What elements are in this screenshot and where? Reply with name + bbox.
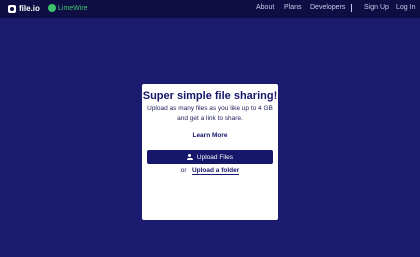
upload-folder-link[interactable]: Upload a folder	[191, 167, 240, 175]
log-in-link[interactable]: Log In	[396, 4, 415, 11]
nav-link-plans[interactable]: Plans	[284, 4, 302, 11]
upload-folder-row: or Upload a folder	[142, 167, 278, 175]
upload-button-label: Upload Files	[196, 153, 234, 161]
logo[interactable]: file.io	[8, 4, 40, 13]
upload-files-button[interactable]: Upload Files	[147, 150, 273, 164]
upload-user-icon	[186, 154, 193, 160]
partner-text: LimeWire	[58, 4, 88, 12]
learn-more-link[interactable]: Learn More	[142, 132, 278, 139]
nav-link-about[interactable]: About	[256, 4, 274, 11]
card-title: Super simple file sharing!	[142, 90, 278, 102]
or-text: or	[180, 167, 187, 174]
top-navbar: file.io LimeWire About Plans Developers …	[0, 0, 420, 18]
limewire-logo-icon	[48, 4, 56, 12]
logo-text: file.io	[19, 4, 40, 13]
upload-card: Super simple file sharing! Upload as man…	[142, 84, 278, 220]
nav-link-developers[interactable]: Developers	[310, 4, 345, 11]
sign-up-link[interactable]: Sign Up	[364, 4, 389, 11]
file-io-logo-icon	[8, 4, 16, 13]
nav-divider	[351, 4, 352, 12]
partner-logo[interactable]: LimeWire	[48, 4, 88, 12]
card-description: Upload as many files as you like up to 4…	[147, 105, 273, 122]
